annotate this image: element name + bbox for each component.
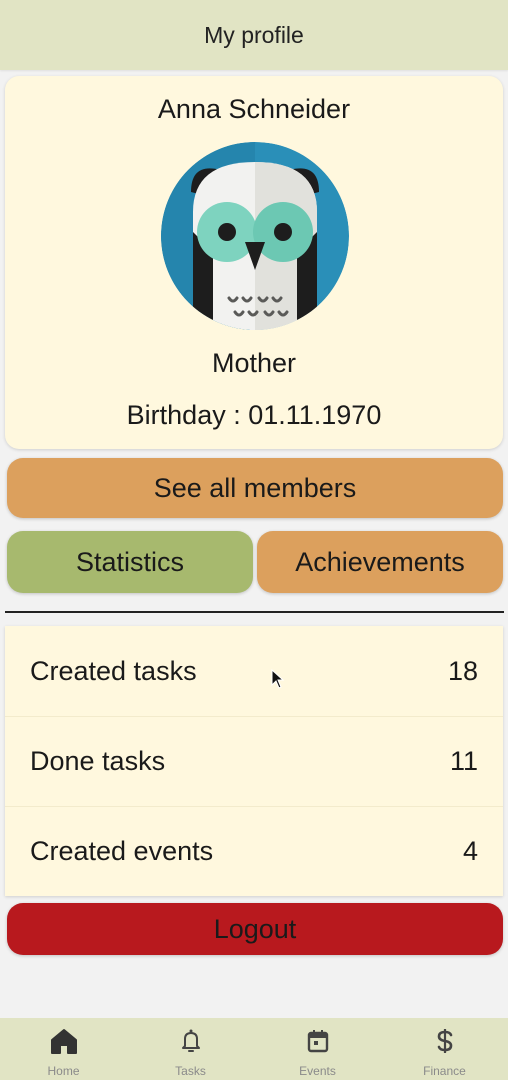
profile-name: Anna Schneider xyxy=(157,94,351,124)
stat-value: 4 xyxy=(462,836,478,866)
statistics-list: Created tasks 18 Done tasks 11 Created e… xyxy=(5,626,503,896)
nav-item-home[interactable]: Home xyxy=(0,1018,127,1080)
stat-row-created-events: Created events 4 xyxy=(5,806,503,896)
logout-button[interactable]: Logout xyxy=(7,903,503,955)
owl-avatar-icon xyxy=(161,142,349,330)
stat-label: Created events xyxy=(30,836,214,866)
nav-item-events[interactable]: Events xyxy=(254,1018,381,1080)
nav-label: Events xyxy=(299,1064,336,1078)
nav-label: Home xyxy=(47,1064,80,1078)
stat-label: Created tasks xyxy=(30,655,197,686)
profile-birthday: Birthday : 01.11.1970 xyxy=(126,400,382,430)
stat-value: 18 xyxy=(447,655,478,686)
tab-statistics[interactable]: Statistics xyxy=(7,531,253,593)
profile-card: Anna Schneider Mother Birthday: 01.11.1… xyxy=(5,76,503,449)
nav-label: Tasks xyxy=(175,1064,206,1078)
stat-row-done-tasks: Done tasks 11 xyxy=(5,716,503,806)
app-header: My profile xyxy=(0,0,508,70)
home-icon xyxy=(50,1029,77,1054)
mouse-cursor-icon xyxy=(271,669,285,689)
tab-achievements[interactable]: Achievements xyxy=(257,531,503,593)
stat-value: 11 xyxy=(449,746,478,776)
bottom-navigation: Home Tasks Events Finance xyxy=(0,1018,508,1080)
nav-item-tasks[interactable]: Tasks xyxy=(127,1018,254,1080)
divider xyxy=(5,611,504,613)
stat-row-created-tasks: Created tasks 18 xyxy=(5,626,503,716)
calendar-icon xyxy=(307,1030,328,1053)
stat-label: Done tasks xyxy=(30,746,166,776)
see-all-members-button[interactable]: See all members xyxy=(7,458,503,518)
nav-label: Finance xyxy=(423,1064,466,1078)
bell-icon xyxy=(181,1029,200,1052)
avatar xyxy=(161,142,349,330)
nav-item-finance[interactable]: Finance xyxy=(381,1018,508,1080)
dollar-icon xyxy=(437,1029,452,1053)
page-title: My profile xyxy=(204,21,304,48)
profile-role: Mother xyxy=(211,348,297,378)
